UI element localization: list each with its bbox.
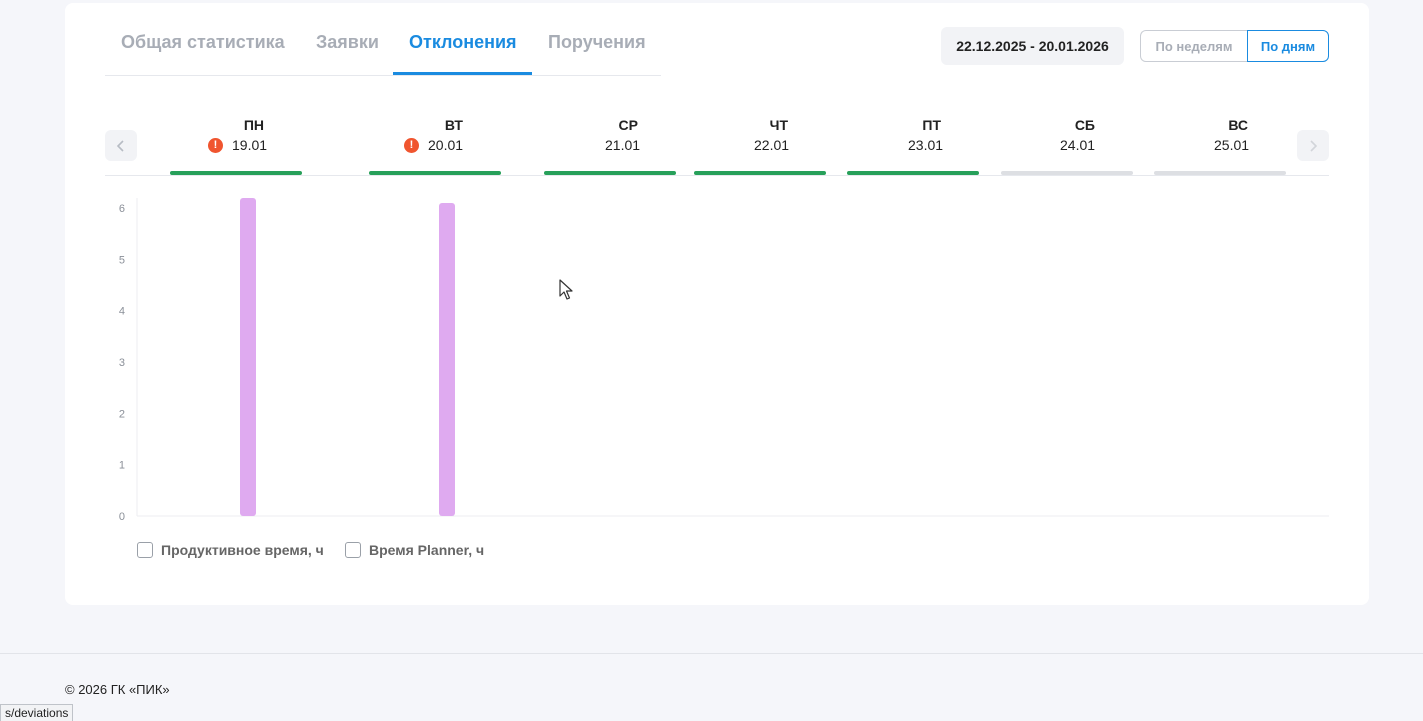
day-date: 19.01 [232,137,268,153]
day-strip: ПН ! 19.01 ВТ ! 20.01 СР 21.01 ЧТ 22.01 [105,103,1329,176]
chart-canvas: 0 1 2 3 4 5 6 [119,198,1329,523]
chevron-left-icon [116,139,124,152]
warning-icon: ! [404,137,419,153]
day-status-bar [847,171,979,175]
mouse-cursor-icon [559,279,573,300]
chevron-right-icon [1310,139,1318,152]
day-date: 21.01 [605,137,641,153]
date-range-picker[interactable]: 22.12.2025 - 20.01.2026 [941,27,1124,65]
y-tick-label: 3 [119,357,125,369]
legend-productive-time[interactable]: Продуктивное время, ч [137,542,324,558]
day-item-thu[interactable]: ЧТ 22.01 [694,103,826,176]
warning-icon: ! [208,137,223,153]
tab-requests[interactable]: Заявки [316,32,379,53]
day-name: ВТ [444,117,463,133]
day-date: 24.01 [1060,137,1096,153]
y-tick-label: 4 [119,306,125,318]
day-item-sun[interactable]: ВС 25.01 [1154,103,1286,176]
day-status-bar [694,171,826,175]
tab-assignments[interactable]: Поручения [548,32,646,53]
by-weeks-button[interactable]: По неделям [1140,30,1247,62]
day-status-bar [544,171,676,175]
day-item-tue[interactable]: ВТ ! 20.01 [369,103,501,176]
day-name: СБ [1074,117,1095,133]
day-name: ВС [1228,117,1248,133]
tab-bar: Общая статистика Заявки Отклонения Поруч… [105,3,661,76]
day-name: ЧТ [769,117,788,133]
day-status-bar [170,171,302,175]
day-name: ПТ [922,117,941,133]
tab-deviations[interactable]: Отклонения [409,32,517,53]
tab-general-stats[interactable]: Общая статистика [121,32,285,53]
bar-ПН[interactable] [240,198,256,516]
day-status-bar [1154,171,1286,175]
y-tick-label: 6 [119,203,125,215]
day-date: 25.01 [1214,137,1250,153]
active-tab-indicator [393,72,532,75]
day-date: 23.01 [908,137,944,153]
view-toggle: По неделям По дням [1140,30,1329,62]
day-name: СР [618,117,638,133]
bar-ВТ[interactable] [439,203,455,517]
day-item-wed[interactable]: СР 21.01 [544,103,676,176]
y-tick-label: 0 [119,511,125,523]
day-item-mon[interactable]: ПН ! 19.01 [170,103,302,176]
status-bar-url: s/deviations [0,704,74,721]
day-date: 22.01 [754,137,790,153]
prev-week-button[interactable] [105,130,137,161]
day-status-bar [369,171,501,175]
legend-label: Продуктивное время, ч [161,542,324,558]
footer-copyright: © 2026 ГК «ПИК» [65,682,170,697]
by-days-button[interactable]: По дням [1247,30,1329,62]
legend-checkbox[interactable] [137,542,153,558]
legend-planner-time[interactable]: Время Planner, ч [345,542,484,558]
y-tick-label: 1 [119,460,125,472]
y-tick-label: 2 [119,408,125,420]
day-item-sat[interactable]: СБ 24.01 [1001,103,1133,176]
legend-label: Время Planner, ч [369,542,485,558]
day-date: 20.01 [428,137,464,153]
footer-divider [0,653,1423,654]
day-item-fri[interactable]: ПТ 23.01 [847,103,979,176]
next-week-button[interactable] [1297,130,1329,161]
day-status-bar [1001,171,1133,175]
legend-checkbox[interactable] [345,542,361,558]
deviations-card: Общая статистика Заявки Отклонения Поруч… [65,3,1369,605]
day-name: ПН [243,117,264,133]
deviations-bar-chart: 0 1 2 3 4 5 6 [105,188,1329,533]
y-tick-label: 5 [119,254,125,266]
